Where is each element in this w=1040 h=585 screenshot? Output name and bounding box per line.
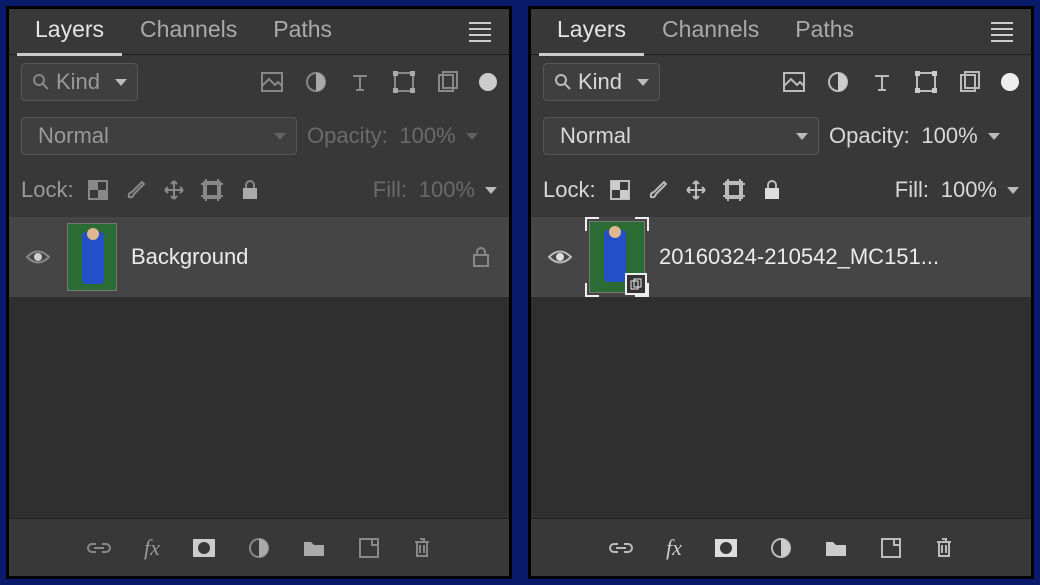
lock-transparency-icon[interactable] [606,176,634,204]
tab-channels[interactable]: Channels [122,10,255,53]
visibility-toggle-icon[interactable] [23,248,53,266]
layer-list: 20160324-210542_MC151... [531,217,1031,518]
layer-thumbnail[interactable] [589,221,645,293]
filter-adjustment-icon[interactable] [821,68,855,96]
new-group-icon[interactable] [824,538,848,558]
tab-layers[interactable]: Layers [17,10,122,56]
filter-kind-select[interactable]: Kind [543,63,660,101]
blend-row: Normal Opacity: 100% [9,109,509,163]
lock-icon [467,243,495,271]
chevron-down-icon[interactable] [466,133,478,140]
lock-transparency-icon[interactable] [84,176,112,204]
search-icon [32,73,50,91]
lock-position-icon[interactable] [682,176,710,204]
opacity-value[interactable]: 100% [398,123,456,149]
lock-row: Lock: Fill: 100% [9,163,509,217]
opacity-value[interactable]: 100% [920,123,978,149]
new-adjustment-icon[interactable] [770,537,792,559]
filter-toggle[interactable] [479,73,497,91]
layers-panel: Layers Channels Paths Kind Normal Opacit… [528,6,1034,579]
filter-smartobject-icon[interactable] [953,68,987,96]
filter-shape-icon[interactable] [909,68,943,96]
fill-label: Fill: [895,177,929,203]
lock-brush-icon[interactable] [122,176,150,204]
new-adjustment-icon[interactable] [248,537,270,559]
tab-channels[interactable]: Channels [644,10,777,53]
lock-all-icon[interactable] [236,176,264,204]
lock-row: Lock: Fill: 100% [531,163,1031,217]
filter-row: Kind [9,55,509,109]
tab-paths[interactable]: Paths [255,10,350,53]
trash-icon[interactable] [934,537,954,559]
blend-row: Normal Opacity: 100% [531,109,1031,163]
layer-name-label[interactable]: Background [131,244,453,270]
layer-row[interactable]: 20160324-210542_MC151... [531,217,1031,297]
chevron-down-icon [115,79,127,86]
lock-label: Lock: [21,177,74,203]
fill-value[interactable]: 100% [939,177,997,203]
chevron-down-icon [637,79,649,86]
lock-position-icon[interactable] [160,176,188,204]
layer-list: Background [9,217,509,518]
lock-artboard-icon[interactable] [720,176,748,204]
panel-tabs: Layers Channels Paths [9,9,509,55]
add-mask-icon[interactable] [192,538,216,558]
filter-smartobject-icon[interactable] [431,68,465,96]
add-mask-icon[interactable] [714,538,738,558]
lock-all-icon[interactable] [758,176,786,204]
lock-artboard-icon[interactable] [198,176,226,204]
filter-toggle[interactable] [1001,73,1019,91]
visibility-toggle-icon[interactable] [545,248,575,266]
filter-type-icon[interactable] [343,68,377,96]
new-layer-icon[interactable] [880,537,902,559]
chevron-down-icon[interactable] [988,133,1000,140]
fx-icon[interactable]: fx [144,535,160,561]
smart-object-badge-icon [625,273,647,295]
filter-adjustment-icon[interactable] [299,68,333,96]
opacity-label: Opacity: [829,123,910,149]
chevron-down-icon[interactable] [1007,187,1019,194]
chevron-down-icon [796,133,808,140]
panel-menu-icon[interactable] [459,16,501,48]
filter-pixel-icon[interactable] [777,68,811,96]
panel-footer: fx [9,518,509,576]
lock-label: Lock: [543,177,596,203]
fill-value[interactable]: 100% [417,177,475,203]
blend-mode-select[interactable]: Normal [543,117,819,155]
search-icon [554,73,572,91]
filter-shape-icon[interactable] [387,68,421,96]
panel-tabs: Layers Channels Paths [531,9,1031,55]
fx-icon[interactable]: fx [666,535,682,561]
panel-menu-icon[interactable] [981,16,1023,48]
link-layers-icon[interactable] [608,540,634,556]
filter-pixel-icon[interactable] [255,68,289,96]
filter-type-icon[interactable] [865,68,899,96]
tab-paths[interactable]: Paths [777,10,872,53]
link-layers-icon[interactable] [86,540,112,556]
filter-kind-select[interactable]: Kind [21,63,138,101]
fill-label: Fill: [373,177,407,203]
layer-thumbnail[interactable] [67,223,117,291]
tab-layers[interactable]: Layers [539,10,644,56]
new-layer-icon[interactable] [358,537,380,559]
opacity-label: Opacity: [307,123,388,149]
blend-mode-select[interactable]: Normal [21,117,297,155]
new-group-icon[interactable] [302,538,326,558]
lock-brush-icon[interactable] [644,176,672,204]
chevron-down-icon [274,133,286,140]
layers-panel: Layers Channels Paths Kind Normal Opacit… [6,6,512,579]
filter-row: Kind [531,55,1031,109]
panel-footer: fx [531,518,1031,576]
chevron-down-icon[interactable] [485,187,497,194]
layer-name-label[interactable]: 20160324-210542_MC151... [659,244,1017,270]
trash-icon[interactable] [412,537,432,559]
layer-row[interactable]: Background [9,217,509,297]
